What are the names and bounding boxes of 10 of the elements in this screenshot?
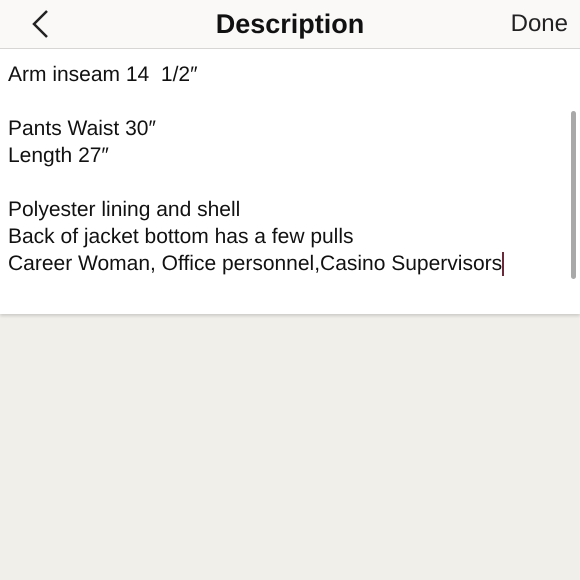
description-field[interactable]: Arm inseam 14 1/2″ Pants Waist 30″ Length 27″ Polyester lining and shell Back of jacket bottom has a few pulls Career Woman, Office personnel,Casino Supervisors	[0, 49, 580, 314]
done-button[interactable]: Done	[510, 10, 568, 38]
screen-title: Description	[216, 8, 364, 40]
description-line: Arm inseam 14 1/2″	[8, 62, 199, 88]
text-cursor	[502, 252, 504, 276]
description-line: Pants Waist 30″	[8, 116, 157, 142]
description-line: Polyester lining and shell	[8, 197, 242, 223]
description-line: Career Woman, Office personnel,Casino Supervisors	[8, 251, 506, 277]
description-line: Back of jacket bottom has a few pulls	[8, 224, 355, 250]
description-line: Length 27″	[8, 143, 110, 169]
